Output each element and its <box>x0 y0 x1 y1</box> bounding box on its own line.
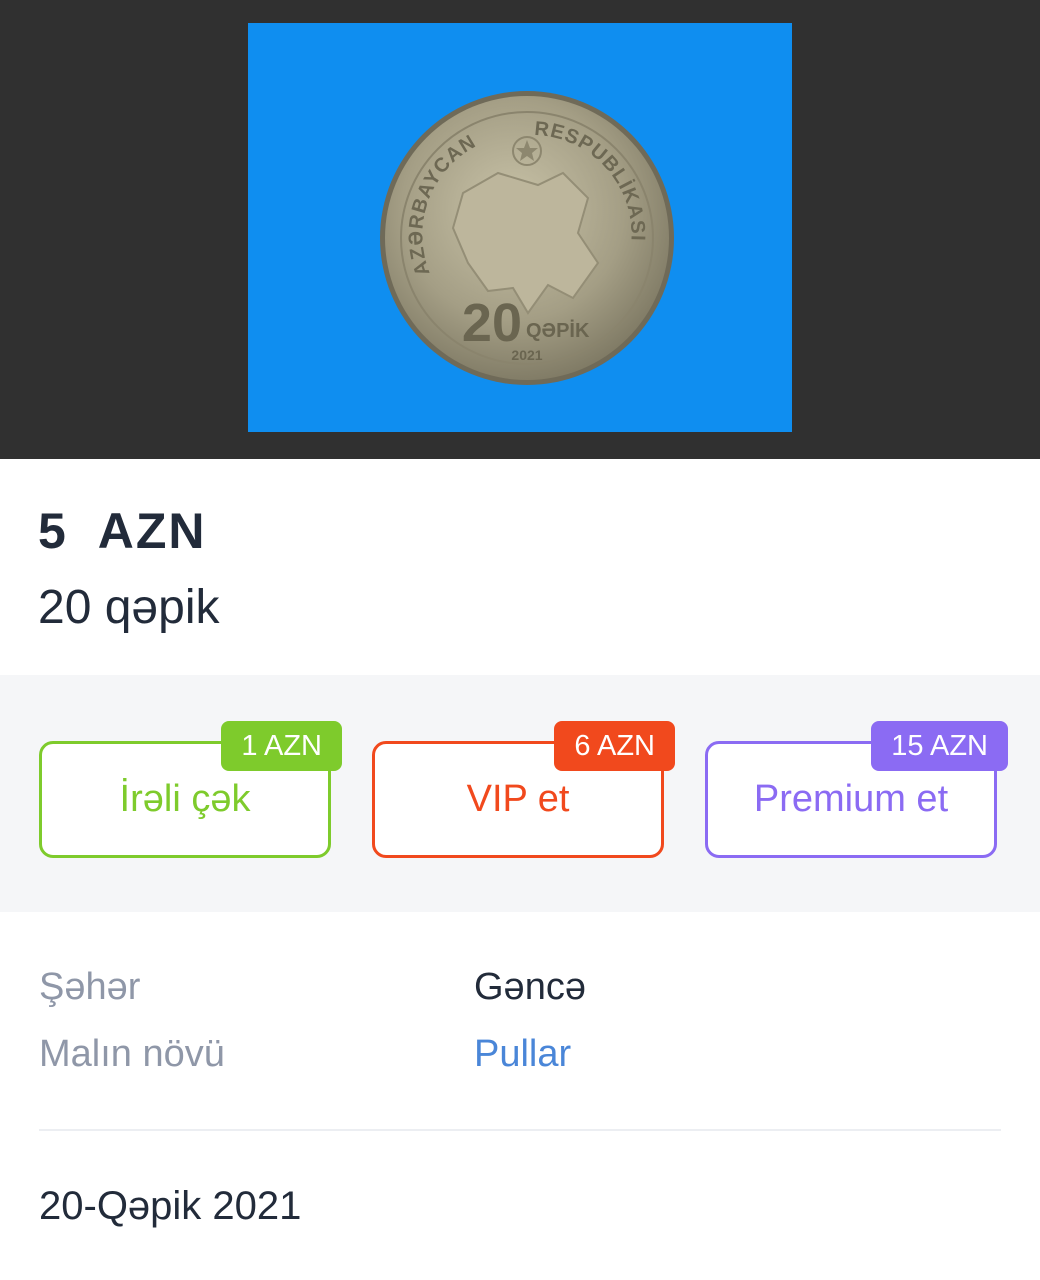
category-label: Malın növü <box>39 1033 225 1075</box>
city-value: Gəncə <box>474 966 586 1008</box>
coin-unit: QƏPİK <box>526 319 590 342</box>
listing-photo[interactable]: AZƏRBAYCAN RESPUBLİKASI 20 QƏPİK 2021 <box>248 23 792 432</box>
bump-listing-label: İrəli çək <box>119 778 251 820</box>
divider <box>39 1129 1001 1131</box>
vip-button[interactable]: VIP et 6 AZN <box>372 721 675 858</box>
photo-gallery: AZƏRBAYCAN RESPUBLİKASI 20 QƏPİK 2021 <box>0 0 1040 459</box>
coin-year: 2021 <box>511 347 542 363</box>
bump-listing-button[interactable]: İrəli çək 1 AZN <box>39 721 342 858</box>
premium-label: Premium et <box>753 778 949 820</box>
bump-listing-price-badge: 1 AZN <box>221 721 342 771</box>
coin-denomination: 20 <box>462 293 522 353</box>
listing-price: 5 AZN <box>38 503 207 559</box>
vip-label: VIP et <box>466 778 570 820</box>
premium-button[interactable]: Premium et 15 AZN <box>705 721 1008 858</box>
premium-price-badge: 15 AZN <box>871 721 1008 771</box>
coin-image: AZƏRBAYCAN RESPUBLİKASI 20 QƏPİK 2021 <box>380 91 674 385</box>
city-label: Şəhər <box>39 966 141 1008</box>
category-link[interactable]: Pullar <box>474 1033 571 1076</box>
listing-title: 20 qəpik <box>38 581 220 634</box>
listing-description: 20-Qəpik 2021 <box>39 1184 302 1228</box>
vip-price-badge: 6 AZN <box>554 721 675 771</box>
